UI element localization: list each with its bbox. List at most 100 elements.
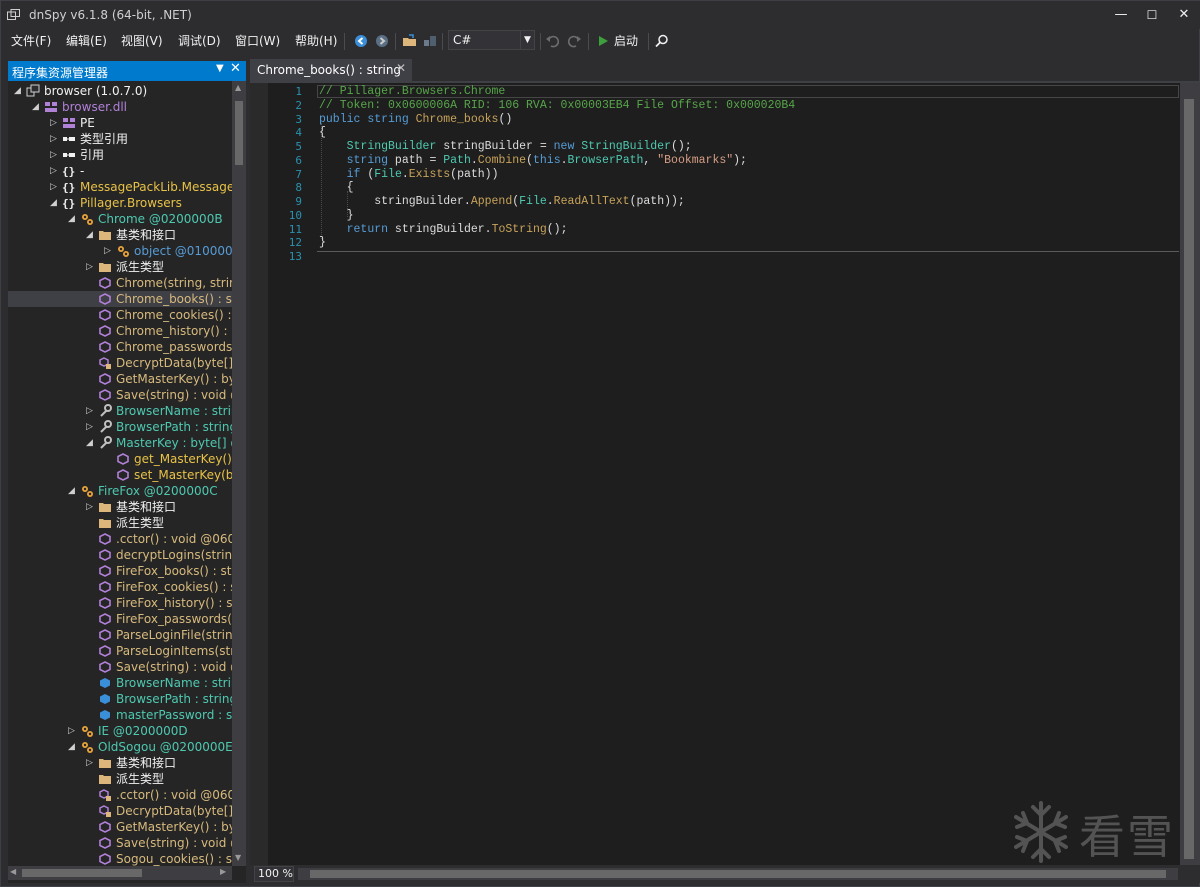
expand-arrow-icon[interactable]: ▷	[50, 163, 60, 179]
menu-window[interactable]: 窗口(W)	[235, 32, 280, 49]
code-line[interactable]: {	[319, 181, 354, 194]
assembly-tree[interactable]: ◢ browser (1.0.7.0) ◢ browser.dll ▷ PE ▷ 类型引用 ▷ 引…	[8, 81, 232, 866]
expand-arrow-icon[interactable]: ▷	[86, 755, 96, 771]
tree-node[interactable]: FireFox_cookies() : string	[8, 579, 232, 595]
tree-node[interactable]: ParseLoginItems(string)	[8, 643, 232, 659]
scroll-right-icon[interactable]: ▶	[220, 867, 226, 876]
tree-node[interactable]: Chrome(string, string) : void	[8, 275, 232, 291]
code-line[interactable]: }	[319, 236, 326, 249]
tree-node[interactable]: ◢ Chrome @0200000B	[8, 211, 232, 227]
assembly-explorer-header[interactable]: 程序集资源管理器 ▼ ✕	[8, 61, 246, 81]
collapse-arrow-icon[interactable]: ◢	[86, 227, 96, 243]
tree-node[interactable]: ◢ MasterKey : byte[] @	[8, 435, 232, 451]
editor-vertical-scrollbar[interactable]	[1180, 83, 1200, 865]
menu-debug[interactable]: 调试(D)	[178, 32, 221, 49]
chevron-down-icon[interactable]: ▼	[520, 31, 534, 49]
tree-horizontal-scrollbar[interactable]: ◀ ▶	[8, 866, 232, 880]
expand-arrow-icon[interactable]: ▷	[50, 115, 60, 131]
redo-icon[interactable]	[566, 33, 582, 49]
tree-node[interactable]: Save(string) : void @	[8, 387, 232, 403]
expand-arrow-icon[interactable]: ▷	[50, 179, 60, 195]
language-select[interactable]: C# ▼	[448, 30, 535, 50]
tree-node[interactable]: FireFox_books() : string	[8, 563, 232, 579]
tree-node[interactable]: ▷ BrowserPath : string	[8, 419, 232, 435]
tree-node[interactable]: DecryptData(byte[]) : byte[]	[8, 355, 232, 371]
back-arrow-icon[interactable]	[353, 33, 369, 49]
expand-arrow-icon[interactable]: ▷	[86, 419, 96, 435]
assembly-list-icon[interactable]	[422, 33, 438, 49]
tree-node[interactable]: 派生类型	[8, 771, 232, 787]
tree-node[interactable]: FireFox_history() : string	[8, 595, 232, 611]
tree-node[interactable]: ▷{} -	[8, 163, 232, 179]
expand-arrow-icon[interactable]: ▷	[86, 259, 96, 275]
tree-node[interactable]: decryptLogins(string, string)	[8, 547, 232, 563]
close-button[interactable]: ✕	[1167, 1, 1200, 29]
scroll-left-icon[interactable]: ◀	[10, 867, 16, 876]
tree-node[interactable]: ◢{} Pillager.Browsers	[8, 195, 232, 211]
tree-node[interactable]: ◢ 基类和接口	[8, 227, 232, 243]
collapse-arrow-icon[interactable]: ◢	[14, 83, 24, 99]
tree-node[interactable]: GetMasterKey() : byte[]	[8, 371, 232, 387]
tree-node[interactable]: get_MasterKey() : byte[]	[8, 451, 232, 467]
menu-view[interactable]: 视图(V)	[121, 32, 163, 49]
menu-file[interactable]: 文件(F)	[11, 32, 51, 49]
tree-node[interactable]: set_MasterKey(byte[])	[8, 467, 232, 483]
collapse-arrow-icon[interactable]: ◢	[68, 211, 78, 227]
search-icon[interactable]	[654, 33, 670, 49]
tree-node[interactable]: Chrome_cookies() : string	[8, 307, 232, 323]
title-bar[interactable]: dnSpy v6.1.8 (64-bit, .NET) — ☐ ✕	[1, 1, 1200, 29]
tree-node[interactable]: .cctor() : void @06000	[8, 787, 232, 803]
expand-arrow-icon[interactable]: ▷	[86, 403, 96, 419]
scroll-up-icon[interactable]: ▲	[235, 83, 241, 92]
code-line[interactable]: StringBuilder stringBuilder = new String…	[319, 140, 692, 153]
expand-arrow-icon[interactable]: ▷	[50, 147, 60, 163]
minimize-button[interactable]: —	[1104, 1, 1138, 29]
tree-node[interactable]: FireFox_passwords() : string	[8, 611, 232, 627]
tree-node[interactable]: masterPassword : string	[8, 707, 232, 723]
tree-node[interactable]: 派生类型	[8, 515, 232, 531]
tree-node[interactable]: Chrome_history() : string	[8, 323, 232, 339]
collapse-arrow-icon[interactable]: ◢	[32, 99, 42, 115]
tree-node[interactable]: BrowserName : string	[8, 675, 232, 691]
tab-chrome-books[interactable]: Chrome_books() : string ✕	[250, 59, 412, 81]
scrollbar-thumb[interactable]	[310, 870, 1166, 878]
expand-arrow-icon[interactable]: ▷	[104, 243, 114, 259]
expand-arrow-icon[interactable]: ▷	[68, 723, 78, 739]
zoom-level[interactable]: 100 %	[254, 866, 294, 882]
start-button[interactable]: 启动	[614, 32, 638, 49]
code-line[interactable]: }	[319, 209, 354, 222]
tree-node[interactable]: Chrome_passwords() : string	[8, 339, 232, 355]
editor-horizontal-scrollbar[interactable]	[298, 868, 1178, 880]
tree-node[interactable]: ▷ 基类和接口	[8, 755, 232, 771]
tree-node[interactable]: ▷ object @01000001	[8, 243, 232, 259]
code-line[interactable]: // Pillager.Browsers.Chrome	[319, 85, 505, 98]
tree-node[interactable]: ◢ OldSogou @0200000E	[8, 739, 232, 755]
tree-node[interactable]: GetMasterKey() : byte[]	[8, 819, 232, 835]
open-folder-icon[interactable]	[402, 33, 418, 49]
collapse-arrow-icon[interactable]: ◢	[86, 435, 96, 451]
tree-node[interactable]: ▷ 派生类型	[8, 259, 232, 275]
code-line[interactable]: if (File.Exists(path))	[319, 168, 499, 181]
scrollbar-thumb[interactable]	[235, 101, 243, 165]
tree-node[interactable]: ◢ browser (1.0.7.0)	[8, 83, 232, 99]
tree-node[interactable]: Save(string) : void @	[8, 835, 232, 851]
code-line[interactable]: public string Chrome_books()	[319, 113, 512, 126]
expand-arrow-icon[interactable]: ▷	[50, 131, 60, 147]
tree-node[interactable]: .cctor() : void @06000	[8, 531, 232, 547]
tree-vertical-scrollbar[interactable]: ▲ ▼	[232, 81, 246, 866]
tree-node[interactable]: ▷ PE	[8, 115, 232, 131]
maximize-button[interactable]: ☐	[1135, 1, 1169, 29]
collapse-arrow-icon[interactable]: ◢	[68, 739, 78, 755]
tree-node[interactable]: DecryptData(byte[]) : byte[]	[8, 803, 232, 819]
collapse-arrow-icon[interactable]: ◢	[50, 195, 60, 211]
tree-node[interactable]: ▷ 基类和接口	[8, 499, 232, 515]
expand-arrow-icon[interactable]: ▷	[86, 499, 96, 515]
menu-edit[interactable]: 编辑(E)	[66, 32, 107, 49]
tree-node[interactable]: Sogou_cookies() : string	[8, 851, 232, 866]
menu-help[interactable]: 帮助(H)	[295, 32, 337, 49]
panel-menu-chevron-icon[interactable]: ▼	[216, 63, 224, 74]
code-editor[interactable]: 1 // Pillager.Browsers.Chrome 2 // Token: 0…	[250, 83, 1180, 865]
code-line[interactable]: // Token: 0x0600006A RID: 106 RVA: 0x000…	[319, 99, 795, 112]
tree-node[interactable]: ▷ 类型引用	[8, 131, 232, 147]
tree-node[interactable]: ▷ IE @0200000D	[8, 723, 232, 739]
